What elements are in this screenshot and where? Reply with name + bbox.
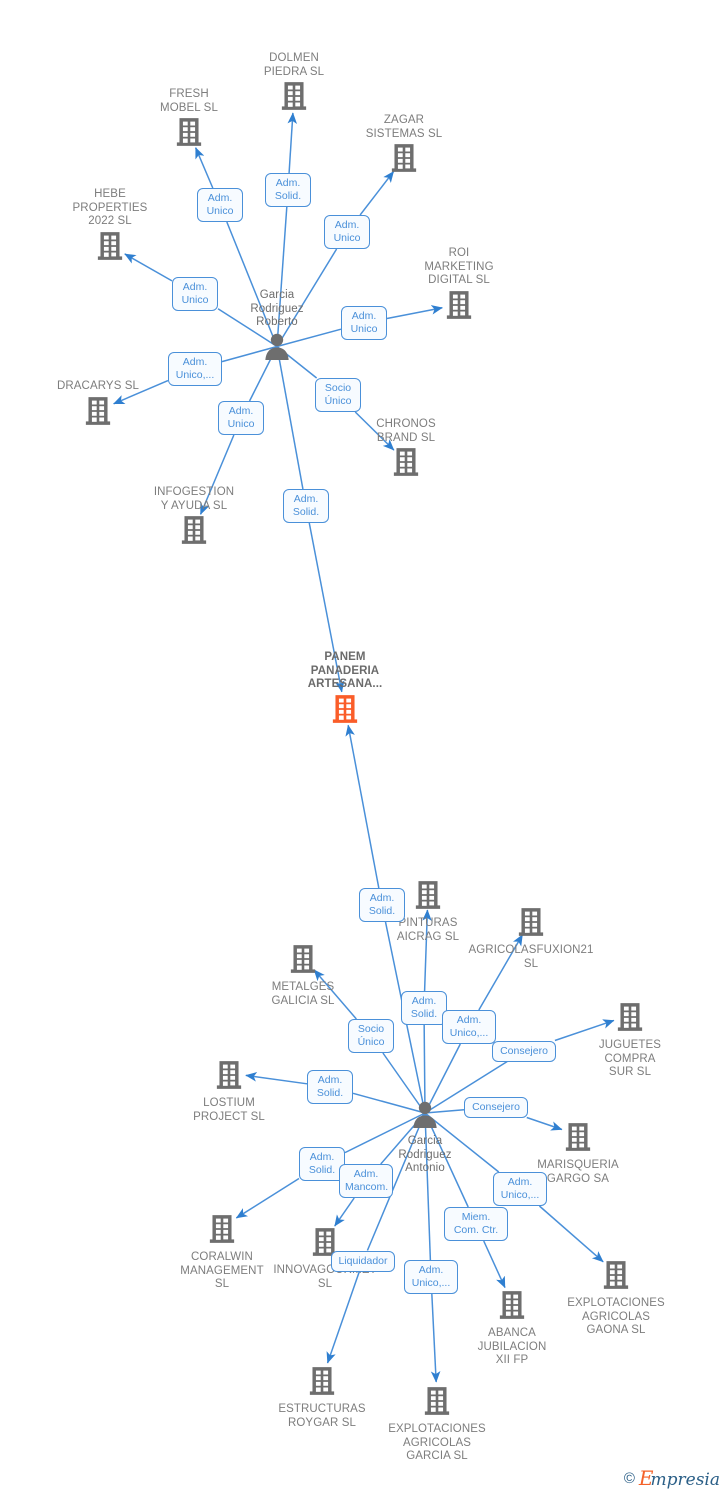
edge-label-antonio-to-pinturas[interactable]: Adm. Solid. — [401, 991, 447, 1025]
company-node-juguetes[interactable]: JUGUETES COMPRA SUR SL — [555, 1000, 705, 1080]
edge-label-roberto-to-hebe[interactable]: Adm. Unico — [172, 277, 218, 311]
company-icon — [181, 515, 207, 550]
person-icon — [411, 1100, 439, 1133]
node-label: INFOGESTION Y AYUDA SL — [153, 486, 235, 512]
node-label: MARISQUERIA GARGO SA — [537, 1159, 619, 1185]
company-icon — [209, 1214, 235, 1249]
node-label: AGRICOLASFUXION21 SL — [468, 944, 594, 970]
company-icon — [216, 1060, 242, 1095]
company-node-abanca[interactable]: ABANCA JUBILACION XII FP — [437, 1288, 587, 1368]
company-icon — [518, 907, 544, 942]
edge-label-antonio-to-innovagourmet[interactable]: Adm. Mancom. — [339, 1164, 393, 1198]
edge-label-antonio-to-explotgaona[interactable]: Adm. Unico,... — [493, 1172, 547, 1206]
company-icon — [309, 1366, 335, 1401]
node-label: DOLMEN PIEDRA SL — [263, 52, 325, 78]
watermark: © Empresia — [624, 1466, 720, 1490]
edge-label-antonio-to-marisqueria[interactable]: Consejero — [464, 1096, 528, 1118]
company-node-explotgarcia[interactable]: EXPLOTACIONES AGRICOLAS GARCIA SL — [362, 1384, 512, 1464]
node-label: LOSTIUM PROJECT SL — [193, 1097, 265, 1123]
edge-label-antonio-to-juguetes[interactable]: Consejero — [492, 1040, 556, 1062]
company-node-chronos[interactable]: CHRONOS BRAND SL — [331, 418, 481, 482]
copyright-symbol: © — [623, 1469, 635, 1487]
company-icon — [290, 944, 316, 979]
edge-line-arrow — [345, 724, 380, 889]
edge-line-arrow — [334, 1197, 355, 1227]
edge-line-arrow — [430, 1293, 441, 1383]
company-icon — [85, 396, 111, 431]
company-node-agricolasfux[interactable]: AGRICOLASFUXION21 SL — [456, 905, 606, 971]
focus-company-icon — [332, 694, 358, 729]
company-node-zagar[interactable]: ZAGAR SISTEMAS SL — [329, 114, 479, 178]
node-label: Garcia Rodriguez Roberto — [250, 289, 304, 328]
edge-label-antonio-to-panem[interactable]: Adm. Solid. — [359, 888, 405, 922]
edge-label-roberto-to-chronos[interactable]: Socio Único — [315, 378, 361, 412]
node-label: ESTRUCTURAS ROYGAR SL — [278, 1403, 366, 1429]
company-node-fresh[interactable]: FRESH MOBEL SL — [114, 88, 264, 152]
company-node-infogestion[interactable]: INFOGESTION Y AYUDA SL — [119, 486, 269, 550]
edge-label-roberto-to-dracarys[interactable]: Adm. Unico,... — [168, 352, 222, 386]
company-icon — [415, 880, 441, 915]
company-icon — [446, 290, 472, 325]
node-label: FRESH MOBEL SL — [160, 88, 218, 114]
edge-label-antonio-to-lostium[interactable]: Adm. Solid. — [307, 1070, 353, 1104]
edge-line-arrow — [483, 1240, 506, 1289]
node-label: METALGES GALICIA SL — [271, 981, 335, 1007]
edge-label-roberto-to-infogestion[interactable]: Adm. Unico — [218, 401, 264, 435]
edge-line-arrow — [538, 1205, 604, 1263]
brand-name: mpresia — [650, 1470, 721, 1490]
node-label: Garcia Rodriguez Antonio — [398, 1135, 452, 1174]
person-node-roberto[interactable]: Garcia Rodriguez Roberto — [202, 289, 352, 365]
edge-label-antonio-to-agricolasfux[interactable]: Adm. Unico,... — [442, 1010, 496, 1044]
company-node-lostium[interactable]: LOSTIUM PROJECT SL — [154, 1058, 304, 1124]
edge-label-roberto-to-zagar[interactable]: Adm. Unico — [324, 215, 370, 249]
person-icon — [263, 332, 291, 365]
company-icon — [281, 81, 307, 116]
company-icon — [391, 143, 417, 178]
node-label: DRACARYS SL — [56, 380, 140, 392]
company-node-roi[interactable]: ROI MARKETING DIGITAL SL — [384, 247, 534, 325]
company-icon — [424, 1386, 450, 1421]
edge-label-roberto-to-dolmen[interactable]: Adm. Solid. — [265, 173, 311, 207]
node-label: HEBE PROPERTIES 2022 SL — [72, 188, 148, 227]
network-diagram-canvas[interactable]: DOLMEN PIEDRA SL FRESH MOBEL SL ZAGAR SIST… — [0, 0, 728, 1500]
edge-label-roberto-to-panem[interactable]: Adm. Solid. — [283, 489, 329, 523]
edge-line — [276, 346, 304, 490]
node-label: ABANCA JUBILACION XII FP — [477, 1327, 547, 1366]
node-label: CHRONOS BRAND SL — [376, 418, 436, 444]
company-icon — [97, 231, 123, 266]
edge-label-antonio-to-explotgarcia[interactable]: Adm. Unico,... — [404, 1260, 458, 1294]
company-node-hebe[interactable]: HEBE PROPERTIES 2022 SL — [35, 188, 185, 266]
edge-label-antonio-to-metalges[interactable]: Socio Único — [348, 1019, 394, 1053]
company-icon — [565, 1122, 591, 1157]
company-icon — [393, 447, 419, 482]
edge-line-arrow — [287, 112, 298, 174]
edge-label-antonio-to-estructuras[interactable]: Liquidador — [331, 1250, 395, 1272]
node-label: EXPLOTACIONES AGRICOLAS GARCIA SL — [388, 1423, 486, 1462]
company-node-panem[interactable]: PANEM PANADERIA ARTESANA... — [270, 651, 420, 729]
node-label: ROI MARKETING DIGITAL SL — [424, 247, 494, 286]
edge-label-roberto-to-roi[interactable]: Adm. Unico — [341, 306, 387, 340]
node-label: ZAGAR SISTEMAS SL — [365, 114, 443, 140]
company-icon — [499, 1290, 525, 1325]
edge-label-antonio-to-abanca[interactable]: Miem. Com. Ctr. — [444, 1207, 508, 1241]
edge-label-roberto-to-fresh[interactable]: Adm. Unico — [197, 188, 243, 222]
node-label: PINTURAS AICRAG SL — [396, 917, 460, 943]
company-node-metalges[interactable]: METALGES GALICIA SL — [228, 942, 378, 1008]
node-label: PANEM PANADERIA ARTESANA... — [307, 651, 383, 690]
edge-line-arrow — [194, 147, 214, 189]
company-node-dracarys[interactable]: DRACARYS SL — [23, 380, 173, 431]
company-icon — [617, 1002, 643, 1037]
node-label: JUGUETES COMPRA SUR SL — [598, 1039, 662, 1078]
company-icon — [176, 117, 202, 152]
company-icon — [603, 1260, 629, 1295]
